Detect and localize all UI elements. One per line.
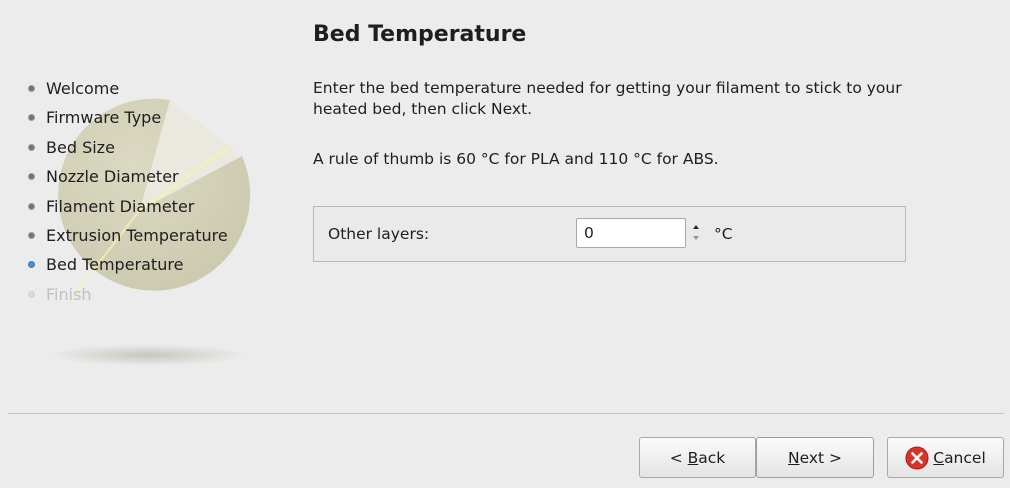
other-layers-label: Other layers: [328,225,430,243]
step-label: Bed Size [46,137,115,157]
step-item-filament-diameter: Filament Diameter [28,196,228,225]
step-bullet-icon [28,85,35,92]
cancel-button-label-post: ancel [944,448,986,467]
cancel-icon [905,446,929,469]
step-bullet-icon [28,143,35,151]
button-separator [8,413,1004,414]
other-layers-input[interactable] [576,218,686,248]
step-item-extrusion-temperature: Extrusion Temperature [28,225,228,254]
step-label: Welcome [46,79,120,98]
step-label: Extrusion Temperature [46,225,228,245]
step-label: Bed Temperature [46,255,184,275]
page-description: Enter the bed temperature needed for get… [313,79,902,118]
spin-down-icon[interactable] [693,236,699,240]
temperature-frame: Other layers: °C [313,206,906,262]
step-item-welcome: Welcome [28,78,228,107]
step-item-bed-temperature: Bed Temperature [28,254,228,283]
cancel-button[interactable]: Cancel [887,437,1004,478]
spin-up-icon[interactable] [693,225,699,229]
other-layers-spinner[interactable] [692,221,702,245]
next-button-label-post: ext > [799,448,843,467]
step-bullet-active-icon [28,261,35,269]
back-button-mnemonic: B [687,448,699,467]
step-bullet-pending-icon [28,290,35,298]
page-title: Bed Temperature [313,22,527,47]
back-button[interactable]: < Back [639,437,756,478]
step-item-finish: Finish [28,284,228,313]
next-button[interactable]: Next > [756,437,874,478]
step-label: Firmware Type [46,108,162,128]
step-bullet-icon [28,173,35,181]
step-bullet-icon [28,231,35,239]
back-button-label-post: ack [698,448,726,467]
step-item-nozzle-diameter: Nozzle Diameter [28,166,228,195]
rule-of-thumb-text: A rule of thumb is 60 °C for PLA and 110… [313,150,719,168]
step-label: Nozzle Diameter [46,167,179,187]
step-bullet-icon [28,202,35,210]
step-bullet-icon [28,114,35,122]
step-item-firmware-type: Firmware Type [28,107,228,136]
step-label: Filament Diameter [46,196,195,216]
wizard-sidebar: Welcome Firmware Type Bed Size Nozzle Di… [0,0,300,410]
step-label: Finish [46,284,92,304]
cancel-button-mnemonic: C [933,448,945,467]
steps-list: Welcome Firmware Type Bed Size Nozzle Di… [28,78,228,313]
step-item-bed-size: Bed Size [28,137,228,166]
next-button-mnemonic: N [787,448,800,467]
temperature-unit: °C [714,225,733,243]
back-button-label-pre: < [669,448,688,467]
